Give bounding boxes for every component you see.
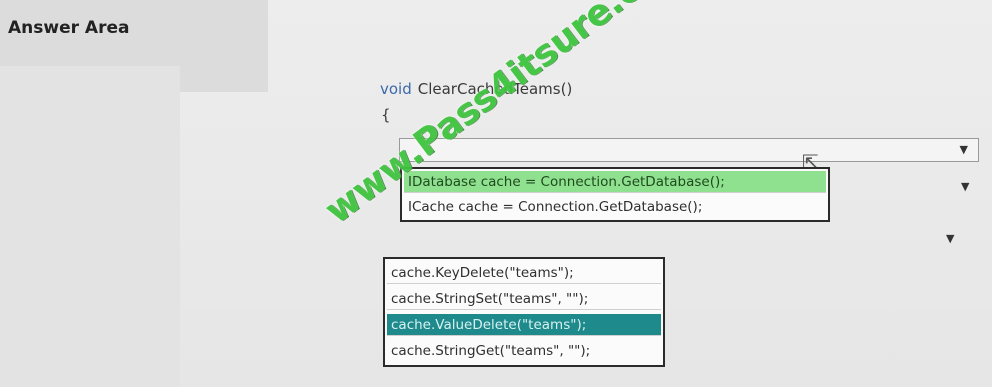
dropdown-2-option-valuedelete[interactable]: cache.ValueDelete("teams"); [387,314,661,336]
statement-dropdown-1[interactable]: ▼ [399,138,979,162]
page-title: Answer Area [8,18,130,38]
open-brace: { [381,106,391,124]
dropdown-2-option-stringset[interactable]: cache.StringSet("teams", ""); [387,288,661,310]
dropdown-1-option-icache[interactable]: ICache cache = Connection.GetDatabase(); [404,196,826,218]
dropdown-1-option-idatabase[interactable]: IDatabase cache = Connection.GetDatabase… [404,171,826,193]
answer-area: Answer Area void ClearCachedTeams() { ▼ ⇱… [0,0,992,387]
chevron-down-icon[interactable]: ▼ [960,143,968,156]
left-panel [0,66,180,387]
dropdown-2-list[interactable]: cache.KeyDelete("teams"); cache.StringSe… [383,257,665,367]
chevron-down-icon[interactable]: ▼ [961,180,969,193]
chevron-down-icon[interactable]: ▼ [946,232,954,245]
void-keyword: void [380,80,412,98]
dropdown-1-list[interactable]: IDatabase cache = Connection.GetDatabase… [400,167,830,222]
dropdown-2-option-keydelete[interactable]: cache.KeyDelete("teams"); [387,262,661,284]
dropdown-2-option-stringget[interactable]: cache.StringGet("teams", ""); [387,340,661,362]
